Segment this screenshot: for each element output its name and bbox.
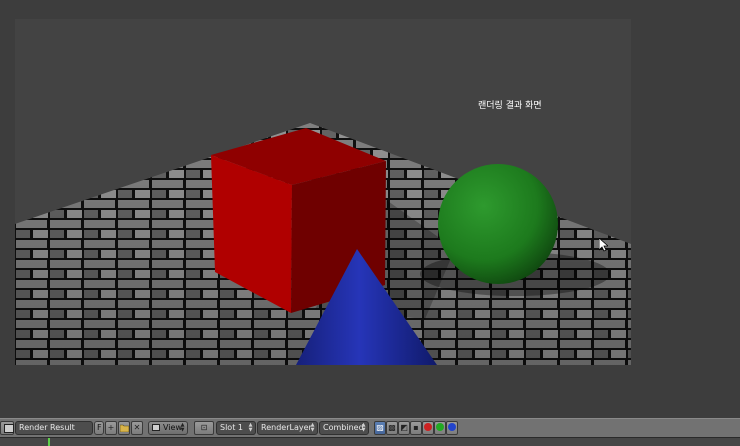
render-pass-selector[interactable]: Combined ▲ ▼ <box>319 421 369 435</box>
render-layer-label: RenderLayer <box>261 423 312 432</box>
render-result-image: 랜더링 결과 화면 <box>15 19 631 365</box>
fake-user-button[interactable]: F <box>94 421 104 435</box>
render-annotation-text: 랜더링 결과 화면 <box>478 99 542 111</box>
blue-channel-icon <box>448 423 456 431</box>
alpha-only-icon: ▪ <box>413 423 419 432</box>
x-icon: ✕ <box>133 423 141 432</box>
unlink-image-button[interactable]: ✕ <box>131 421 143 435</box>
channel-z-buffer-button[interactable]: ◩ <box>398 421 410 435</box>
image-editor-icon <box>4 424 14 433</box>
green-sphere <box>438 164 558 284</box>
view-menu[interactable]: View ▲ ▼ <box>148 421 188 435</box>
editor-type-button[interactable] <box>0 421 14 435</box>
channel-blue-button[interactable] <box>446 421 458 435</box>
chevron-updown-icon: ▲ ▼ <box>180 422 185 433</box>
fake-user-label: F <box>97 423 102 432</box>
green-channel-icon <box>436 423 444 431</box>
open-image-button[interactable] <box>118 421 130 435</box>
red-channel-icon <box>424 423 432 431</box>
channel-alpha-button[interactable]: ▩ <box>386 421 398 435</box>
image-name-field[interactable]: Render Result <box>15 421 93 435</box>
channel-green-button[interactable] <box>434 421 446 435</box>
channel-red-button[interactable] <box>422 421 434 435</box>
image-editor-icon <box>152 424 160 431</box>
folder-icon <box>119 424 129 433</box>
plus-icon: + <box>107 423 115 432</box>
channel-color-alpha-button[interactable]: ▨ <box>374 421 386 435</box>
image-editor-header: Render Result F + ✕ View ▲ ▼ ⊡ Slot 1 ▲ ▼ … <box>0 418 740 438</box>
color-alpha-icon: ▨ <box>376 423 384 432</box>
alpha-icon: ▩ <box>388 423 396 432</box>
image-name-label: Render Result <box>19 423 75 432</box>
chevron-updown-icon: ▲ ▼ <box>310 422 315 433</box>
mouse-cursor-icon <box>599 238 608 252</box>
pivot-button[interactable]: ⊡ <box>194 421 214 435</box>
z-buffer-icon: ◩ <box>400 423 408 432</box>
pivot-icon: ⊡ <box>200 423 208 432</box>
channel-alpha-only-button[interactable]: ▪ <box>410 421 422 435</box>
new-image-button[interactable]: + <box>105 421 117 435</box>
slot-label: Slot 1 <box>220 423 243 432</box>
render-pass-label: Combined <box>323 423 364 432</box>
render-layer-selector[interactable]: RenderLayer ▲ ▼ <box>257 421 318 435</box>
image-editor-viewport[interactable]: 랜더링 결과 화면 <box>0 0 740 418</box>
chevron-updown-icon: ▲ ▼ <box>248 422 253 433</box>
chevron-updown-icon: ▲ ▼ <box>361 422 366 433</box>
slot-selector[interactable]: Slot 1 ▲ ▼ <box>216 421 256 435</box>
